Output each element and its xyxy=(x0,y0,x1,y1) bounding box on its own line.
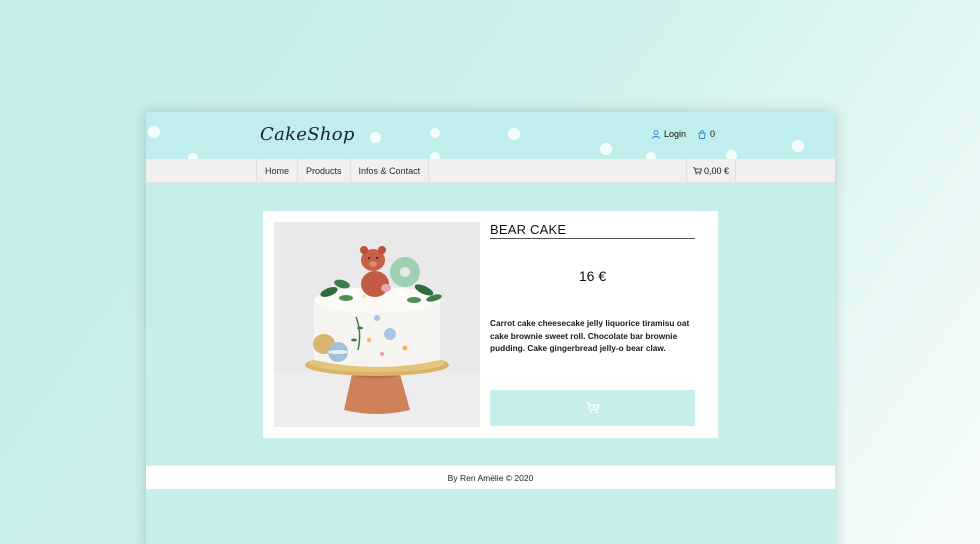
nav-item-infos-contact[interactable]: Infos & Contact xyxy=(351,159,430,183)
header-dot xyxy=(726,150,737,159)
product-title: BEAR CAKE xyxy=(490,222,695,239)
nav-links: Home Products Infos & Contact xyxy=(256,159,430,183)
cart-total-amount: 0,00 € xyxy=(704,166,730,176)
footer-credit: By Ren Amélie © 2020 xyxy=(447,473,534,483)
header-dot xyxy=(370,132,381,143)
product-card: BEAR CAKE 16 € Carrot cake cheesecake je… xyxy=(263,211,718,438)
product-image[interactable] xyxy=(274,222,480,427)
nav-item-home[interactable]: Home xyxy=(257,159,299,183)
cart-icon xyxy=(693,167,702,175)
site-footer: By Ren Amélie © 2020 xyxy=(146,465,835,490)
header-dot xyxy=(600,143,612,155)
cart-plus-icon xyxy=(586,402,600,413)
header-dot xyxy=(508,128,520,140)
bear-cake-photo xyxy=(274,222,480,427)
main-navbar: Home Products Infos & Contact 0,00 € xyxy=(146,159,835,183)
shopping-bag-icon xyxy=(698,129,706,139)
site-header: CakeShop Login 0 xyxy=(146,112,835,159)
login-label: Login xyxy=(664,129,687,139)
basket-count: 0 xyxy=(710,129,716,139)
user-icon xyxy=(652,129,660,139)
browser-frame: CakeShop Login 0 Home Products Infos & C… xyxy=(146,112,835,544)
header-dot xyxy=(646,152,656,159)
add-to-cart-button[interactable] xyxy=(490,390,695,426)
header-dot xyxy=(148,126,160,138)
header-dot xyxy=(792,140,804,152)
header-dot xyxy=(430,128,440,138)
product-price: 16 € xyxy=(578,268,607,284)
cart-total-button[interactable]: 0,00 € xyxy=(686,159,737,183)
nav-item-products[interactable]: Products xyxy=(298,159,351,183)
site-logo[interactable]: CakeShop xyxy=(260,124,355,145)
header-dot xyxy=(430,152,440,159)
basket-link[interactable]: 0 xyxy=(698,129,715,139)
product-description: Carrot cake cheesecake jelly liquorice t… xyxy=(490,318,690,354)
login-link[interactable]: Login xyxy=(652,129,686,139)
